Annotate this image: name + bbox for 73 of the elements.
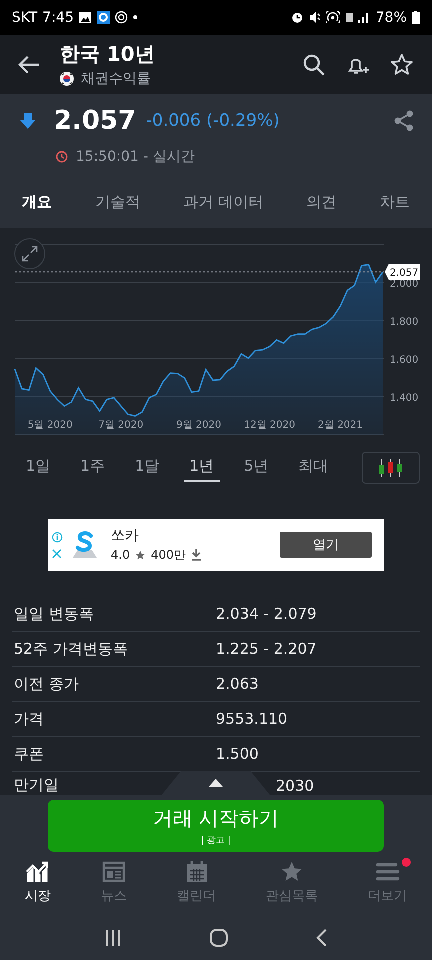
instrument-type: 채권수익률 <box>81 70 151 88</box>
expand-icon[interactable] <box>14 238 46 270</box>
price: 2.057 <box>54 106 136 136</box>
stat-label: 52주 가격변동폭 <box>13 640 129 658</box>
open-button[interactable]: 열기 <box>280 532 372 558</box>
ad-banner[interactable]: 쏘카 4.0 400만 열기 <box>48 519 384 571</box>
nav-item[interactable]: 시장 <box>21 858 55 907</box>
clock: 7:45 <box>42 10 74 26</box>
carrier: SKT <box>12 10 38 26</box>
recent-apps-icon[interactable] <box>104 928 122 946</box>
ref-line-label: 2.057 <box>390 268 419 280</box>
stat-value: 1.225 - 2.207 <box>216 640 317 658</box>
y-axis-label: 1.800 <box>390 317 419 328</box>
home-icon[interactable] <box>208 928 229 948</box>
ad-downloads: 400만 <box>151 546 186 564</box>
circle-icon <box>115 11 128 24</box>
tab[interactable]: 의견 <box>296 184 347 220</box>
stat-value: 2.034 - 2.079 <box>216 605 317 623</box>
y-axis-label: 1.600 <box>390 355 419 366</box>
range-option[interactable]: 5년 <box>238 453 275 482</box>
chart-icon <box>25 860 51 884</box>
range-option[interactable]: 1주 <box>74 453 112 482</box>
gallery-icon <box>79 12 92 24</box>
stat-value: 2030 <box>276 777 314 795</box>
newspaper-icon <box>102 860 126 884</box>
x-axis-label: 7월 2020 <box>98 420 144 431</box>
tab[interactable]: 차트 <box>370 184 420 220</box>
stat-label: 이전 종가 <box>13 674 80 694</box>
back-icon[interactable] <box>18 56 40 74</box>
battery-percent: 78% <box>376 10 407 26</box>
ad-rating: 4.0 <box>111 548 130 562</box>
mute-icon <box>308 11 321 24</box>
tab[interactable]: 기술적 <box>85 184 150 220</box>
back-icon[interactable] <box>316 928 328 948</box>
clock-icon <box>56 151 68 163</box>
tab[interactable]: 개요 <box>12 184 62 220</box>
stat-value: 9553.110 <box>216 710 288 728</box>
ad-app-name: 쏘카 <box>111 526 140 544</box>
tab[interactable]: 과거 데이터 <box>174 184 274 220</box>
search-icon[interactable] <box>302 52 326 76</box>
calendar-icon <box>184 860 208 884</box>
instrument-title: 한국 10년 <box>60 41 156 68</box>
x-axis-label: 12월 2020 <box>244 420 296 431</box>
stat-label: 만기일 <box>13 776 60 795</box>
y-axis-label: 2.000 <box>390 279 419 290</box>
start-trading-button[interactable]: 거래 시작하기 | 광고 | <box>48 800 384 852</box>
stat-value: 2.063 <box>216 675 259 693</box>
star-icon[interactable] <box>390 52 414 76</box>
app-icon <box>97 11 110 24</box>
flag-icon <box>60 72 74 86</box>
stat-label: 일일 변동폭 <box>13 604 95 624</box>
hotspot-icon <box>326 11 340 24</box>
y-axis-label: 1.400 <box>390 393 419 404</box>
range-option[interactable]: 최대 <box>292 453 335 482</box>
x-axis-label: 9월 2020 <box>176 420 222 431</box>
price-tag: 2.057 <box>385 264 420 280</box>
battery-icon <box>412 11 420 24</box>
range-option[interactable]: 1달 <box>129 453 166 482</box>
x-axis-label: 2월 2021 <box>318 420 364 431</box>
range-option[interactable]: 1년 <box>184 453 220 482</box>
stat-label: 가격 <box>13 710 45 728</box>
star-icon <box>135 550 146 560</box>
quote-time: 15:50:01 - 실시간 <box>76 148 195 166</box>
stat-label: 쿠폰 <box>13 744 45 764</box>
stat-value: 1.500 <box>216 745 259 763</box>
download-icon <box>191 549 202 561</box>
x-axis-label: 5월 2020 <box>28 420 73 431</box>
range-option[interactable]: 1일 <box>20 453 57 482</box>
share-icon[interactable] <box>394 110 414 132</box>
dot-icon <box>133 15 138 20</box>
candlestick-button[interactable] <box>362 452 420 484</box>
candlestick-icon <box>378 458 404 478</box>
price-change: -0.006 (-0.29%) <box>146 111 280 131</box>
